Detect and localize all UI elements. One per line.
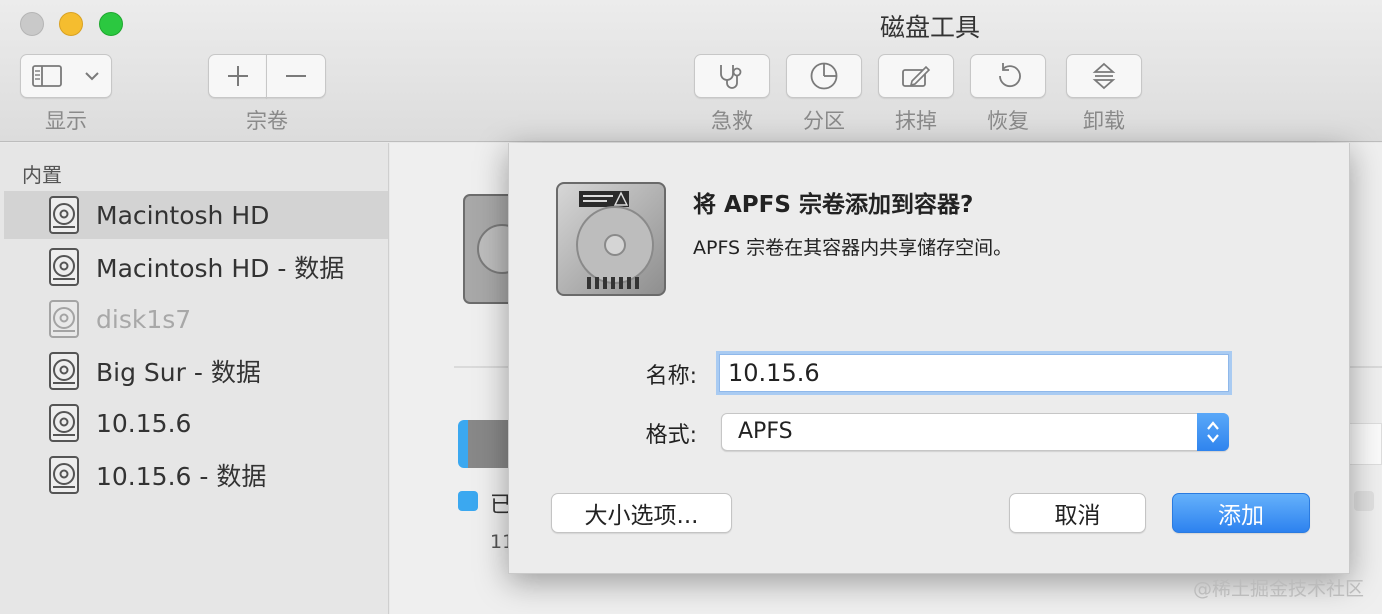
disk-icon <box>49 456 79 494</box>
disk-icon <box>49 300 79 338</box>
disk-icon <box>49 248 79 286</box>
view-button[interactable] <box>20 54 112 98</box>
format-select-value: APFS <box>738 419 793 444</box>
cancel-button[interactable]: 取消 <box>1009 493 1146 533</box>
dialog-title: 将 APFS 宗卷添加到容器? <box>693 192 974 218</box>
used-legend-swatch <box>458 491 478 511</box>
unmount-icon <box>1092 62 1116 90</box>
sidebar-view-icon <box>32 65 62 87</box>
dialog-subtitle: APFS 宗卷在其容器内共享储存空间。 <box>693 237 1013 259</box>
window-title: 磁盘工具 <box>879 13 980 42</box>
restore-label: 恢复 <box>987 109 1029 133</box>
sidebar-item-10-15-6-data[interactable]: 10.15.6 - 数据 <box>4 451 388 499</box>
partition-label: 分区 <box>803 109 845 133</box>
name-label: 名称: <box>645 364 697 389</box>
restore-button[interactable] <box>970 54 1046 98</box>
erase-button[interactable] <box>878 54 954 98</box>
sidebar-item-label: 10.15.6 <box>96 408 192 438</box>
hard-drive-icon <box>556 182 666 296</box>
sidebar-item-macintosh-hd-data[interactable]: Macintosh HD - 数据 <box>4 243 388 291</box>
pie-partition-icon <box>810 62 838 90</box>
sidebar-item-label: Macintosh HD <box>96 200 270 230</box>
format-select[interactable]: APFS <box>721 413 1229 451</box>
disk-icon <box>49 404 79 442</box>
volume-name-input[interactable] <box>719 354 1229 392</box>
plus-icon <box>227 66 248 86</box>
minus-icon <box>286 75 306 77</box>
sidebar-section-internal: 内置 <box>22 163 62 187</box>
sidebar-item-label: Macintosh HD - 数据 <box>96 254 345 283</box>
add-button[interactable]: 添加 <box>1172 493 1310 533</box>
unmount-button[interactable] <box>1066 54 1142 98</box>
disk-icon <box>49 196 79 234</box>
size-options-button[interactable]: 大小选项... <box>551 493 732 533</box>
unmount-label: 卸载 <box>1083 109 1125 133</box>
usage-bar-end <box>1348 423 1382 465</box>
remove-volume-button[interactable] <box>266 54 326 98</box>
sidebar-item-label: disk1s7 <box>96 304 192 334</box>
sidebar-item-label: 10.15.6 - 数据 <box>96 462 267 491</box>
toolbar: 磁盘工具 显示 宗卷 急救 分区 抹掉 恢复 卸载 <box>0 0 1382 142</box>
erase-label: 抹掉 <box>895 109 937 133</box>
format-label: 格式: <box>645 423 697 448</box>
add-volume-dialog: 将 APFS 宗卷添加到容器? APFS 宗卷在其容器内共享储存空间。 名称: … <box>508 143 1350 574</box>
select-arrows-icon <box>1197 413 1229 451</box>
add-volume-button[interactable] <box>208 54 267 98</box>
volume-label: 宗卷 <box>246 109 288 133</box>
disk-icon <box>49 352 79 390</box>
restore-icon <box>999 63 1021 88</box>
stethoscope-icon <box>720 65 742 89</box>
free-legend-swatch <box>1354 491 1374 511</box>
sidebar-item-macintosh-hd[interactable]: Macintosh HD <box>4 191 388 239</box>
partition-button[interactable] <box>786 54 862 98</box>
chevron-down-icon <box>85 72 99 81</box>
view-label: 显示 <box>45 109 87 133</box>
sidebar-item-big-sur-data[interactable]: Big Sur - 数据 <box>4 347 388 395</box>
sidebar-item-disk1s7[interactable]: disk1s7 <box>4 295 388 343</box>
sidebar: 内置 Macintosh HD Macintosh HD - 数据 disk1s… <box>0 143 389 614</box>
sidebar-item-label: Big Sur - 数据 <box>96 358 261 387</box>
watermark: @稀土掘金技术社区 <box>1192 578 1364 600</box>
first-aid-label: 急救 <box>711 109 753 133</box>
eraser-icon <box>902 65 931 87</box>
first-aid-button[interactable] <box>694 54 770 98</box>
sidebar-item-10-15-6[interactable]: 10.15.6 <box>4 399 388 447</box>
